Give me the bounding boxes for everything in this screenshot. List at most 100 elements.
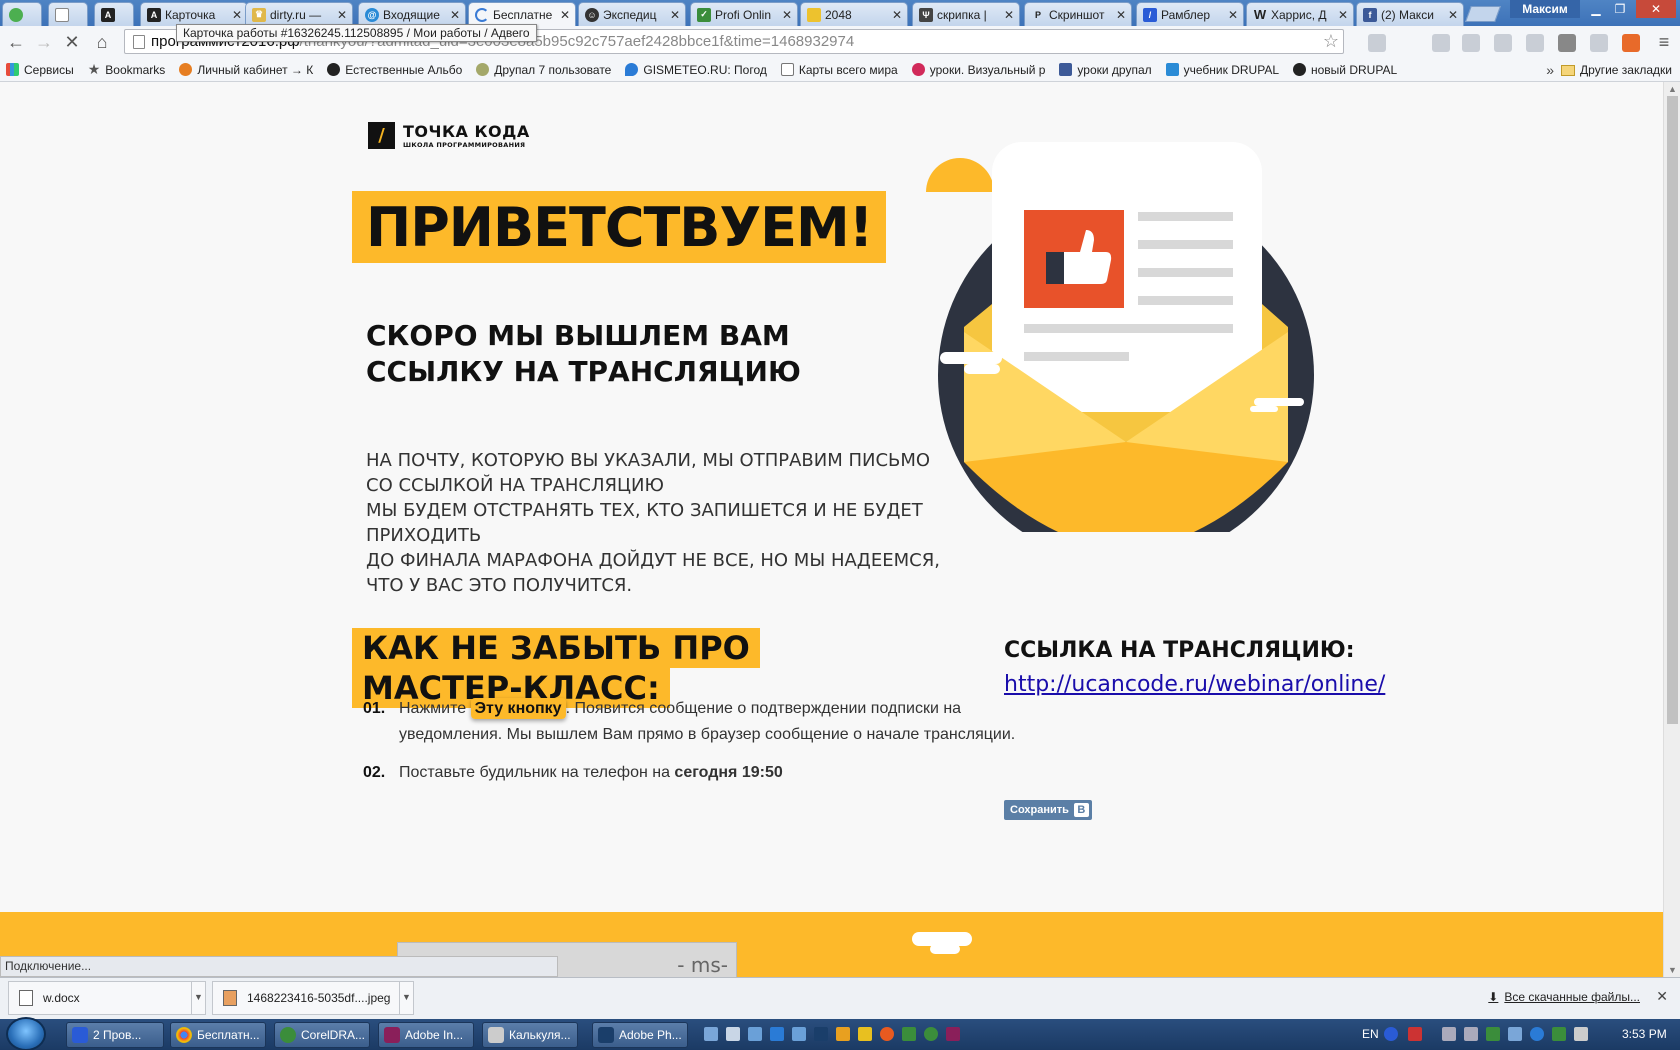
quicklaunch-media-icon[interactable] [858,1027,872,1041]
volume-icon[interactable] [1508,1027,1522,1041]
close-tab-icon[interactable]: ✕ [1337,8,1349,22]
scroll-down-icon[interactable]: ▼ [1668,965,1677,975]
close-tab-icon[interactable]: ✕ [781,8,793,22]
tab-14[interactable]: W Харрис, Д ✕ [1246,2,1354,26]
bookmark-gismeteo[interactable]: GISMETEO.RU: Погод [625,63,767,77]
network-icon[interactable] [1442,1027,1456,1041]
tab-1[interactable] [2,2,42,26]
tab-5[interactable]: ♛ dirty.ru — ✕ [245,2,353,26]
window-close-icon[interactable]: ✕ [1636,0,1676,18]
quicklaunch-monitor-icon[interactable] [792,1027,806,1041]
close-tab-icon[interactable]: ✕ [1447,8,1459,22]
minimize-icon[interactable]: ▁ [1584,0,1608,18]
bookmark-drupal-lessons[interactable]: уроки друпал [1059,63,1152,77]
clock[interactable]: 3:53 PM [1622,1027,1667,1041]
tab-2[interactable] [48,2,88,26]
extension-download-icon[interactable] [1432,34,1450,52]
new-tab-button[interactable] [1465,6,1501,22]
quicklaunch-desktop-icon[interactable] [704,1027,718,1041]
tab-3[interactable]: A [94,2,134,26]
download-item-docx[interactable]: w.docx ▼ [8,981,206,1015]
vk-save-button[interactable]: Сохранить В [1004,800,1092,820]
tab-15[interactable]: f (2) Макси ✕ [1356,2,1464,26]
tab-13[interactable]: / Рамблер ✕ [1136,2,1244,26]
extension-play2-icon[interactable] [1494,34,1512,52]
extension-check-icon[interactable] [1526,34,1544,52]
tab-6[interactable]: @ Входящие ✕ [358,2,466,26]
tab-7-active[interactable]: Бесплатне ✕ [468,2,576,26]
profile-button[interactable]: Максим [1510,0,1580,18]
close-tab-icon[interactable]: ✕ [559,8,571,22]
quicklaunch-explorer-icon[interactable] [726,1027,740,1041]
quicklaunch-ps-icon[interactable] [814,1027,828,1041]
taskbar-item-chrome[interactable]: Бесплатн... [170,1022,266,1048]
scroll-thumb[interactable] [1667,96,1678,724]
taskbar-item-indesign[interactable]: Adobe In... [378,1022,474,1048]
quicklaunch-word-icon[interactable] [748,1027,762,1041]
battery-icon[interactable] [1486,1027,1500,1041]
scroll-up-icon[interactable]: ▲ [1668,84,1677,94]
close-icon[interactable]: ✕ [1656,988,1668,1005]
close-tab-icon[interactable]: ✕ [1115,8,1127,22]
bookmark-cabinet[interactable]: Личный кабинет → К [179,63,313,77]
extension-rocket-icon[interactable] [1590,34,1608,52]
close-tab-icon[interactable]: ✕ [1003,8,1015,22]
extension-arrow-icon[interactable] [1462,34,1480,52]
bookmark-star-icon[interactable]: ☆ [1323,31,1339,52]
other-bookmarks[interactable]: Другие закладки [1561,58,1672,82]
bookmark-albo[interactable]: Естественные Альбо [327,63,462,77]
tab-4[interactable]: A Карточка ✕ [140,2,248,26]
close-tab-icon[interactable]: ✕ [669,8,681,22]
close-tab-icon[interactable]: ✕ [891,8,903,22]
tray-green-icon[interactable] [1552,1027,1566,1041]
skype-icon[interactable] [1530,1027,1544,1041]
all-downloads-link[interactable]: ⬇ Все скачанные файлы... [1488,990,1640,1004]
extension-play-icon[interactable] [1368,34,1386,52]
help-icon[interactable] [1384,1027,1398,1041]
menu-icon[interactable]: ≡ [1652,30,1676,54]
bookmark-lessons[interactable]: уроки. Визуальный р [911,63,1045,77]
quicklaunch-tool-icon[interactable] [836,1027,850,1041]
taskbar-item-calculator[interactable]: Калькуля... [482,1022,578,1048]
chevron-down-icon[interactable]: ▼ [399,982,413,1014]
close-tab-icon[interactable]: ✕ [231,8,243,22]
quicklaunch-app-icon[interactable] [902,1027,916,1041]
tray-app-icon[interactable] [1408,1027,1422,1041]
extension-gfk-icon[interactable] [1622,34,1640,52]
extension-a-icon[interactable] [1558,34,1576,52]
back-arrow-icon[interactable]: ← [4,30,28,54]
tab-8[interactable]: ☺ Экспедиц ✕ [578,2,686,26]
quicklaunch-firefox-icon[interactable] [880,1027,894,1041]
home-icon[interactable]: ⌂ [90,30,114,54]
tab-12[interactable]: P Скриншот ✕ [1024,2,1132,26]
tab-11[interactable]: Ψскрипка | ✕ [912,2,1020,26]
close-tab-icon[interactable]: ✕ [336,8,348,22]
bookmark-new-drupal[interactable]: новый DRUPAL [1293,63,1397,77]
chevron-more-icon[interactable]: » [1546,62,1554,78]
maximize-icon[interactable]: ❐ [1608,0,1632,18]
site-logo[interactable]: / ТОЧКА КОДА ШКОЛА ПРОГРАММИРОВАНИЯ [368,122,530,149]
tab-9[interactable]: ✓ Profi Onlin ✕ [690,2,798,26]
chevron-down-icon[interactable]: ▼ [191,982,205,1014]
close-tab-icon[interactable]: ✕ [449,8,461,22]
bookmark-drupal7[interactable]: Друпал 7 пользовате [476,63,611,77]
bookmark-maps[interactable]: Карты всего мира [780,63,898,77]
close-tab-icon[interactable]: ✕ [1227,8,1239,22]
stop-icon[interactable]: ✕ [60,30,84,54]
stream-link[interactable]: http://ucancode.ru/webinar/online/ [1004,672,1385,697]
taskbar-item-corel[interactable]: CorelDRA... [274,1022,370,1048]
bookmark-apps[interactable]: Сервисы [6,63,74,77]
forward-arrow-icon[interactable]: → [32,30,56,54]
quicklaunch-ie-icon[interactable] [770,1027,784,1041]
bookmark-drupal-book[interactable]: учебник DRUPAL [1165,63,1279,77]
printer-icon[interactable] [1464,1027,1478,1041]
taskbar-item-photoshop[interactable]: Adobe Ph... [592,1022,688,1048]
tray-flag-icon[interactable] [1574,1027,1588,1041]
subscribe-push-button[interactable]: Эту кнопку [470,698,566,719]
quicklaunch-indesign-icon[interactable] [946,1027,960,1041]
quicklaunch-corel-icon[interactable] [924,1027,938,1041]
vertical-scrollbar[interactable]: ▲ ▼ [1663,82,1680,977]
download-item-jpeg[interactable]: 1468223416-5035df....jpeg ▼ [212,981,414,1015]
tab-10[interactable]: 2048 ✕ [800,2,908,26]
bookmark-bookmarks[interactable]: ★ Bookmarks [88,61,166,78]
